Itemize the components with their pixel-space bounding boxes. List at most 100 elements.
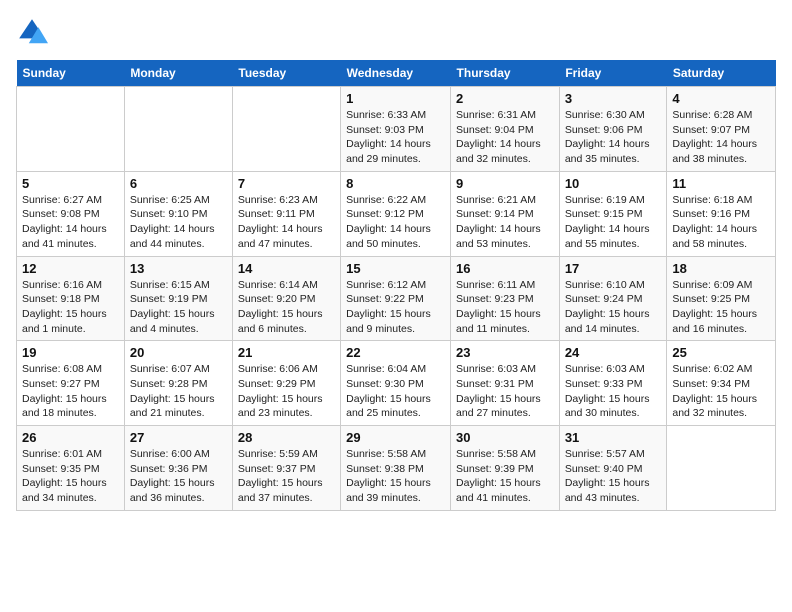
day-number: 29: [346, 430, 445, 445]
day-info: Sunrise: 6:04 AM Sunset: 9:30 PM Dayligh…: [346, 362, 445, 421]
day-cell: [124, 87, 232, 172]
day-info: Sunrise: 6:18 AM Sunset: 9:16 PM Dayligh…: [672, 193, 770, 252]
day-info: Sunrise: 6:19 AM Sunset: 9:15 PM Dayligh…: [565, 193, 662, 252]
day-info: Sunrise: 6:27 AM Sunset: 9:08 PM Dayligh…: [22, 193, 119, 252]
day-number: 16: [456, 261, 554, 276]
day-number: 28: [238, 430, 335, 445]
day-number: 21: [238, 345, 335, 360]
day-cell: 21 Sunrise: 6:06 AM Sunset: 9:29 PM Dayli…: [232, 341, 340, 426]
day-cell: 20Sunrise: 6:07 AM Sunset: 9:28 PM Dayli…: [124, 341, 232, 426]
day-number: 23: [456, 345, 554, 360]
day-number: 18: [672, 261, 770, 276]
day-number: 7: [238, 176, 335, 191]
day-number: 10: [565, 176, 662, 191]
day-info: Sunrise: 5:58 AM Sunset: 9:39 PM Dayligh…: [456, 447, 554, 506]
header-day-wednesday: Wednesday: [341, 60, 451, 87]
day-number: 6: [130, 176, 227, 191]
day-cell: 9 Sunrise: 6:21 AM Sunset: 9:14 PM Daylig…: [451, 171, 560, 256]
header-day-thursday: Thursday: [451, 60, 560, 87]
day-number: 31: [565, 430, 662, 445]
day-cell: 7 Sunrise: 6:23 AM Sunset: 9:11 PM Daylig…: [232, 171, 340, 256]
day-number: 27: [130, 430, 227, 445]
day-cell: 14Sunrise: 6:14 AM Sunset: 9:20 PM Dayli…: [232, 256, 340, 341]
day-cell: [232, 87, 340, 172]
day-cell: 16 Sunrise: 6:11 AM Sunset: 9:23 PM Dayli…: [451, 256, 560, 341]
day-cell: 12 Sunrise: 6:16 AM Sunset: 9:18 PM Dayli…: [17, 256, 125, 341]
day-number: 12: [22, 261, 119, 276]
day-cell: 13 Sunrise: 6:15 AM Sunset: 9:19 PM Dayli…: [124, 256, 232, 341]
day-cell: 4Sunrise: 6:28 AM Sunset: 9:07 PM Daylig…: [667, 87, 776, 172]
day-number: 5: [22, 176, 119, 191]
header-day-saturday: Saturday: [667, 60, 776, 87]
day-number: 4: [672, 91, 770, 106]
day-cell: 25Sunrise: 6:02 AM Sunset: 9:34 PM Dayli…: [667, 341, 776, 426]
week-row-3: 12 Sunrise: 6:16 AM Sunset: 9:18 PM Dayli…: [17, 256, 776, 341]
day-info: Sunrise: 6:02 AM Sunset: 9:34 PM Dayligh…: [672, 362, 770, 421]
day-info: Sunrise: 6:21 AM Sunset: 9:14 PM Dayligh…: [456, 193, 554, 252]
day-cell: 10 Sunrise: 6:19 AM Sunset: 9:15 PM Dayli…: [559, 171, 667, 256]
day-cell: [667, 426, 776, 511]
day-info: Sunrise: 6:03 AM Sunset: 9:33 PM Dayligh…: [565, 362, 662, 421]
logo-icon: [16, 16, 48, 48]
day-number: 9: [456, 176, 554, 191]
day-cell: 19 Sunrise: 6:08 AM Sunset: 9:27 PM Dayli…: [17, 341, 125, 426]
day-info: Sunrise: 6:01 AM Sunset: 9:35 PM Dayligh…: [22, 447, 119, 506]
week-row-1: 1 Sunrise: 6:33 AM Sunset: 9:03 PM Daylig…: [17, 87, 776, 172]
day-cell: 3 Sunrise: 6:30 AM Sunset: 9:06 PM Daylig…: [559, 87, 667, 172]
day-info: Sunrise: 6:23 AM Sunset: 9:11 PM Dayligh…: [238, 193, 335, 252]
day-cell: 5 Sunrise: 6:27 AM Sunset: 9:08 PM Daylig…: [17, 171, 125, 256]
day-number: 22: [346, 345, 445, 360]
day-info: Sunrise: 6:25 AM Sunset: 9:10 PM Dayligh…: [130, 193, 227, 252]
day-cell: 26Sunrise: 6:01 AM Sunset: 9:35 PM Dayli…: [17, 426, 125, 511]
day-cell: 28Sunrise: 5:59 AM Sunset: 9:37 PM Dayli…: [232, 426, 340, 511]
day-cell: 11 Sunrise: 6:18 AM Sunset: 9:16 PM Dayli…: [667, 171, 776, 256]
day-info: Sunrise: 6:30 AM Sunset: 9:06 PM Dayligh…: [565, 108, 662, 167]
calendar-body: 1 Sunrise: 6:33 AM Sunset: 9:03 PM Daylig…: [17, 87, 776, 511]
calendar-header: SundayMondayTuesdayWednesdayThursdayFrid…: [17, 60, 776, 87]
day-info: Sunrise: 6:07 AM Sunset: 9:28 PM Dayligh…: [130, 362, 227, 421]
day-info: Sunrise: 6:06 AM Sunset: 9:29 PM Dayligh…: [238, 362, 335, 421]
day-number: 11: [672, 176, 770, 191]
day-cell: 8 Sunrise: 6:22 AM Sunset: 9:12 PM Daylig…: [341, 171, 451, 256]
page-header: [16, 16, 776, 48]
day-cell: 30 Sunrise: 5:58 AM Sunset: 9:39 PM Dayli…: [451, 426, 560, 511]
day-number: 14: [238, 261, 335, 276]
day-cell: 6 Sunrise: 6:25 AM Sunset: 9:10 PM Daylig…: [124, 171, 232, 256]
calendar-table: SundayMondayTuesdayWednesdayThursdayFrid…: [16, 60, 776, 511]
day-info: Sunrise: 6:12 AM Sunset: 9:22 PM Dayligh…: [346, 278, 445, 337]
week-row-2: 5 Sunrise: 6:27 AM Sunset: 9:08 PM Daylig…: [17, 171, 776, 256]
day-info: Sunrise: 6:11 AM Sunset: 9:23 PM Dayligh…: [456, 278, 554, 337]
day-number: 13: [130, 261, 227, 276]
day-info: Sunrise: 5:58 AM Sunset: 9:38 PM Dayligh…: [346, 447, 445, 506]
week-row-5: 26Sunrise: 6:01 AM Sunset: 9:35 PM Dayli…: [17, 426, 776, 511]
day-info: Sunrise: 6:03 AM Sunset: 9:31 PM Dayligh…: [456, 362, 554, 421]
day-number: 17: [565, 261, 662, 276]
day-number: 24: [565, 345, 662, 360]
day-info: Sunrise: 6:22 AM Sunset: 9:12 PM Dayligh…: [346, 193, 445, 252]
day-cell: 1 Sunrise: 6:33 AM Sunset: 9:03 PM Daylig…: [341, 87, 451, 172]
day-cell: 2 Sunrise: 6:31 AM Sunset: 9:04 PM Daylig…: [451, 87, 560, 172]
day-info: Sunrise: 5:57 AM Sunset: 9:40 PM Dayligh…: [565, 447, 662, 506]
day-cell: 24 Sunrise: 6:03 AM Sunset: 9:33 PM Dayli…: [559, 341, 667, 426]
day-info: Sunrise: 6:09 AM Sunset: 9:25 PM Dayligh…: [672, 278, 770, 337]
day-cell: 27 Sunrise: 6:00 AM Sunset: 9:36 PM Dayli…: [124, 426, 232, 511]
header-day-monday: Monday: [124, 60, 232, 87]
day-info: Sunrise: 6:16 AM Sunset: 9:18 PM Dayligh…: [22, 278, 119, 337]
day-cell: 23 Sunrise: 6:03 AM Sunset: 9:31 PM Dayli…: [451, 341, 560, 426]
day-info: Sunrise: 6:31 AM Sunset: 9:04 PM Dayligh…: [456, 108, 554, 167]
header-day-sunday: Sunday: [17, 60, 125, 87]
day-info: Sunrise: 6:08 AM Sunset: 9:27 PM Dayligh…: [22, 362, 119, 421]
day-info: Sunrise: 6:10 AM Sunset: 9:24 PM Dayligh…: [565, 278, 662, 337]
day-number: 30: [456, 430, 554, 445]
day-info: Sunrise: 6:15 AM Sunset: 9:19 PM Dayligh…: [130, 278, 227, 337]
logo: [16, 16, 52, 48]
day-cell: [17, 87, 125, 172]
day-info: Sunrise: 6:33 AM Sunset: 9:03 PM Dayligh…: [346, 108, 445, 167]
day-number: 19: [22, 345, 119, 360]
day-number: 8: [346, 176, 445, 191]
day-cell: 22 Sunrise: 6:04 AM Sunset: 9:30 PM Dayli…: [341, 341, 451, 426]
day-number: 2: [456, 91, 554, 106]
day-info: Sunrise: 6:00 AM Sunset: 9:36 PM Dayligh…: [130, 447, 227, 506]
day-number: 1: [346, 91, 445, 106]
day-number: 3: [565, 91, 662, 106]
